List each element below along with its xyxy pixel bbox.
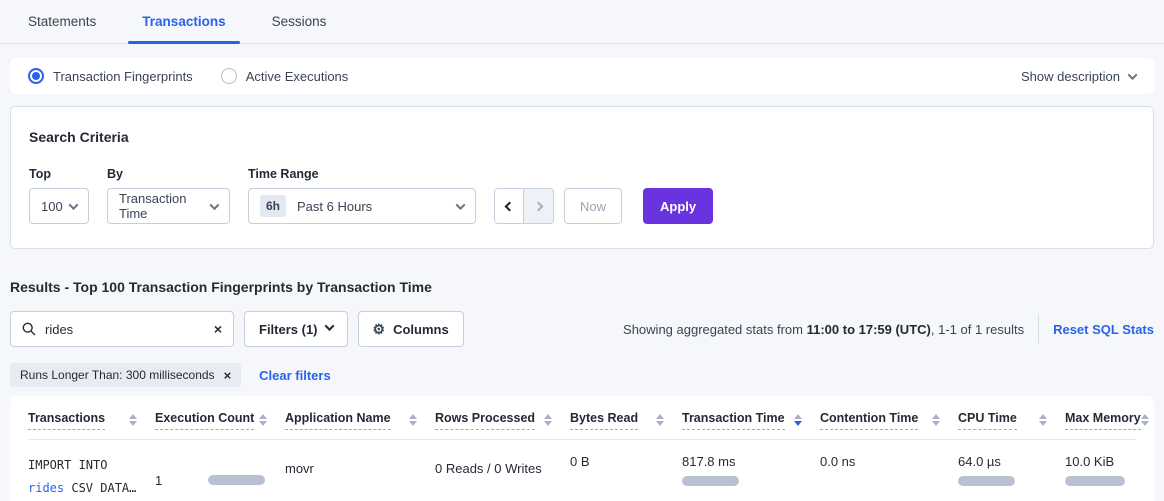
divider <box>1038 315 1039 343</box>
gear-icon: ⚙ <box>373 322 386 336</box>
sort-icon <box>656 414 664 426</box>
time-range-field: Time Range 6h Past 6 Hours <box>248 167 476 224</box>
sql-activity-tabbar: Statements Transactions Sessions <box>0 0 1164 44</box>
radio-unselected-icon <box>221 68 237 84</box>
by-select[interactable]: Transaction Time <box>107 188 230 224</box>
filters-button[interactable]: Filters (1) <box>244 311 348 347</box>
radio-transaction-fingerprints[interactable]: Transaction Fingerprints <box>28 68 193 84</box>
tab-transactions[interactable]: Transactions <box>128 14 239 43</box>
column-header-rows-processed[interactable]: Rows Processed <box>435 411 570 430</box>
show-description-toggle[interactable]: Show description <box>1021 69 1136 84</box>
search-box: × <box>10 311 234 347</box>
active-filters-row: Runs Longer Than: 300 milliseconds × Cle… <box>10 363 1154 387</box>
aggregated-stats-text: Showing aggregated stats from 11:00 to 1… <box>623 322 1024 337</box>
transaction-fingerprint-cell: IMPORT INTO rides CSV DATA… <box>28 454 155 500</box>
time-range-value: Past 6 Hours <box>297 199 372 214</box>
rows-processed-cell: 0 Reads / 0 Writes <box>435 454 570 500</box>
by-label: By <box>107 167 230 181</box>
sort-icon <box>1039 414 1047 426</box>
radio-label: Transaction Fingerprints <box>53 69 193 84</box>
by-field: By Transaction Time <box>107 167 230 224</box>
clear-search-icon[interactable]: × <box>214 322 222 336</box>
chevron-down-icon <box>69 200 79 210</box>
apply-button[interactable]: Apply <box>643 188 713 224</box>
stats-time-range: 11:00 to 17:59 (UTC) <box>807 322 931 337</box>
application-name-cell: movr <box>285 454 435 500</box>
column-header-cpu-time[interactable]: CPU Time <box>958 411 1065 430</box>
sort-icon <box>129 414 137 426</box>
column-header-max-memory[interactable]: Max Memory <box>1065 411 1164 430</box>
results-heading: Results - Top 100 Transaction Fingerprin… <box>10 279 1154 295</box>
top-select[interactable]: 100 <box>29 188 89 224</box>
radio-selected-icon <box>28 68 44 84</box>
top-select-value: 100 <box>41 199 63 214</box>
chevron-down-icon <box>324 321 334 331</box>
chevron-down-icon <box>1128 70 1138 80</box>
by-select-value: Transaction Time <box>119 191 211 221</box>
reset-sql-stats-link[interactable]: Reset SQL Stats <box>1053 322 1154 337</box>
execution-count-cell: 1 <box>155 454 285 500</box>
sort-icon <box>409 414 417 426</box>
columns-label: Columns <box>393 322 449 337</box>
previous-time-window-button[interactable] <box>495 189 524 223</box>
radio-active-executions[interactable]: Active Executions <box>221 68 349 84</box>
radio-label: Active Executions <box>246 69 349 84</box>
column-header-transaction-time[interactable]: Transaction Time <box>682 411 820 430</box>
time-range-select[interactable]: 6h Past 6 Hours <box>248 188 476 224</box>
contention-time-cell: 0.0 ns <box>820 454 958 500</box>
column-header-transactions[interactable]: Transactions <box>28 411 155 430</box>
sort-icon-active-desc <box>794 414 802 426</box>
show-description-label: Show description <box>1021 69 1120 84</box>
execution-count-bar <box>208 475 265 485</box>
column-header-execution-count[interactable]: Execution Count <box>155 411 285 430</box>
now-button[interactable]: Now <box>564 188 622 224</box>
search-criteria-title: Search Criteria <box>29 129 1135 145</box>
search-input[interactable] <box>45 322 214 337</box>
filters-label: Filters (1) <box>259 322 318 337</box>
remove-filter-icon[interactable]: × <box>224 369 232 382</box>
time-range-label: Time Range <box>248 167 476 181</box>
tab-sessions[interactable]: Sessions <box>258 14 341 43</box>
search-criteria-panel: Search Criteria Top 100 By Transaction T… <box>10 106 1154 249</box>
table-header-row: Transactions Execution Count Application… <box>28 396 1136 440</box>
time-window-nav <box>494 188 554 224</box>
column-header-bytes-read[interactable]: Bytes Read <box>570 411 682 430</box>
top-field: Top 100 <box>29 167 89 224</box>
top-label: Top <box>29 167 89 181</box>
view-toggle-bar: Transaction Fingerprints Active Executio… <box>10 58 1154 94</box>
chevron-left-icon <box>504 201 514 211</box>
transaction-time-bar <box>682 476 739 486</box>
chevron-down-icon <box>456 200 466 210</box>
columns-button[interactable]: ⚙ Columns <box>358 311 464 347</box>
sort-icon <box>544 414 552 426</box>
filter-chip: Runs Longer Than: 300 milliseconds × <box>10 363 241 387</box>
transaction-details-link[interactable]: rides <box>28 481 64 495</box>
filter-chip-label: Runs Longer Than: 300 milliseconds <box>20 368 215 382</box>
bytes-read-cell: 0 B <box>570 454 682 500</box>
column-header-contention-time[interactable]: Contention Time <box>820 411 958 430</box>
table-row: IMPORT INTO rides CSV DATA… 1 movr 0 Rea… <box>28 440 1136 501</box>
sort-icon <box>932 414 940 426</box>
column-header-application-name[interactable]: Application Name <box>285 411 435 430</box>
max-memory-cell: 10.0 KiB <box>1065 454 1139 500</box>
results-controls-row: × Filters (1) ⚙ Columns Showing aggregat… <box>10 311 1154 347</box>
cpu-time-cell: 64.0 µs <box>958 454 1065 500</box>
results-table: Transactions Execution Count Application… <box>10 396 1154 501</box>
sort-icon <box>1141 414 1149 426</box>
tab-statements[interactable]: Statements <box>14 14 110 43</box>
search-icon <box>22 322 36 336</box>
chevron-right-icon <box>534 201 544 211</box>
cpu-time-bar <box>958 476 1015 486</box>
max-memory-bar <box>1065 476 1125 486</box>
time-range-badge: 6h <box>260 195 286 217</box>
next-time-window-button[interactable] <box>524 189 553 223</box>
sort-icon <box>259 414 267 426</box>
clear-filters-link[interactable]: Clear filters <box>259 368 331 383</box>
transaction-time-cell: 817.8 ms <box>682 454 820 500</box>
